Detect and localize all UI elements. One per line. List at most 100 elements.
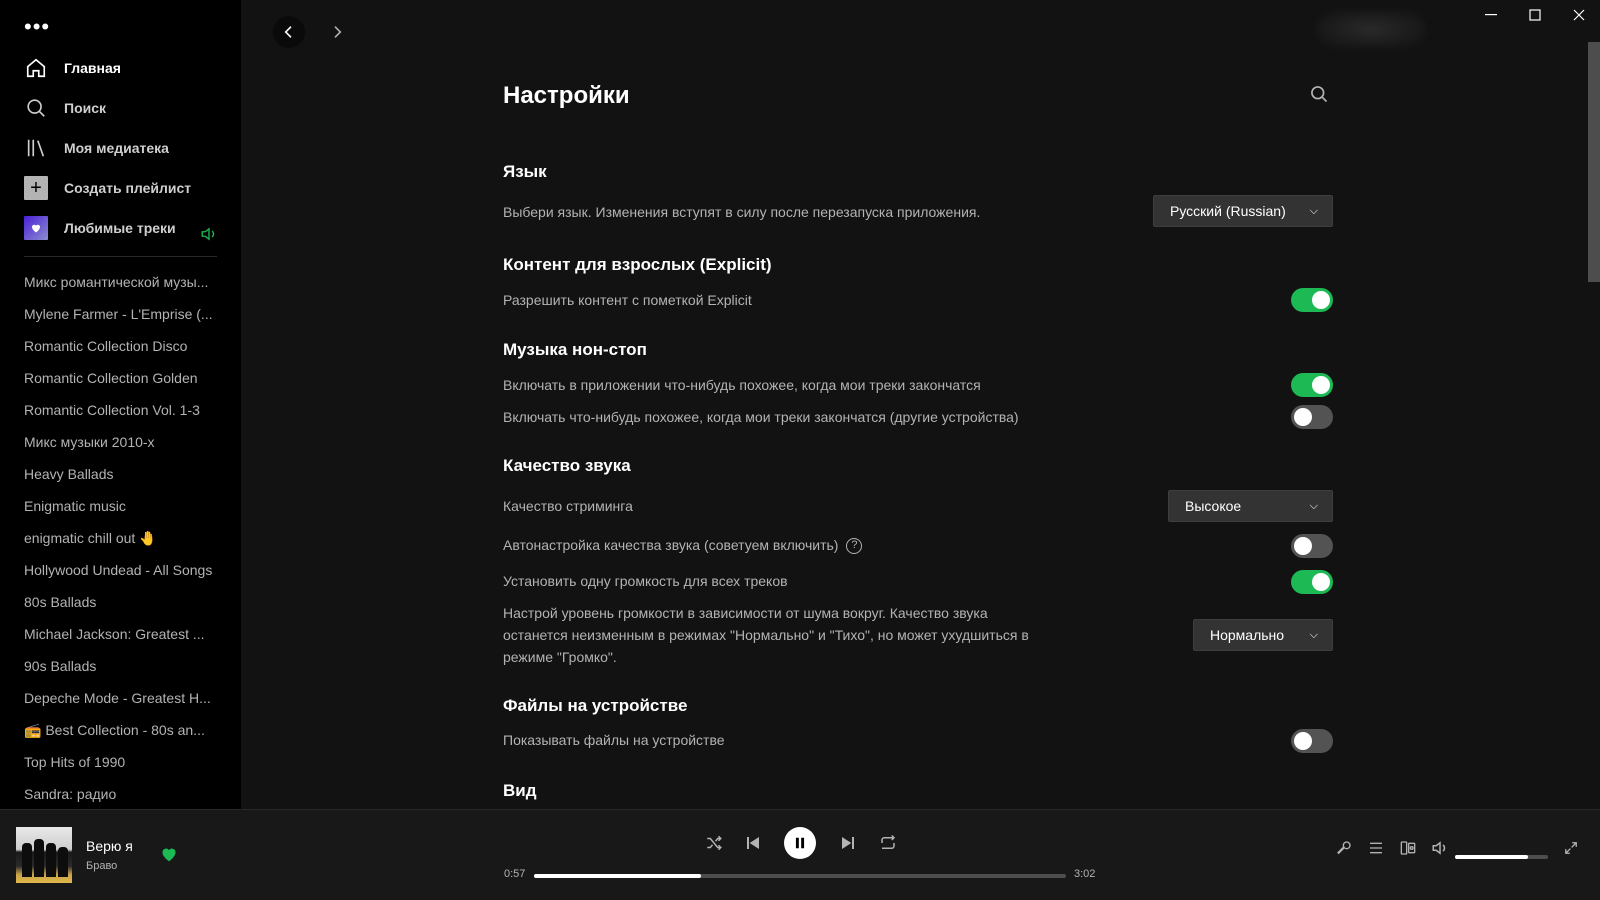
- sidebar-item-home[interactable]: Главная: [24, 54, 121, 82]
- volume-level-select[interactable]: Нормально ⌵: [1193, 619, 1333, 651]
- minimize-button[interactable]: [1469, 0, 1513, 30]
- local-files-toggle[interactable]: [1291, 729, 1333, 753]
- streaming-quality-label: Качество стриминга: [503, 498, 633, 514]
- microphone-icon: [1337, 841, 1351, 855]
- fullscreen-button[interactable]: [1560, 837, 1582, 859]
- close-window-button[interactable]: [1557, 0, 1600, 30]
- explicit-toggle[interactable]: [1291, 288, 1333, 312]
- mute-button[interactable]: [1429, 837, 1451, 859]
- normalize-label: Установить одну громкость для всех треко…: [503, 573, 788, 589]
- cover-figure: [34, 839, 44, 877]
- streaming-quality-select[interactable]: Высокое ⌵: [1168, 490, 1333, 522]
- toggle-knob: [1294, 732, 1312, 750]
- autoplay-devices-toggle[interactable]: [1291, 405, 1333, 429]
- auto-quality-toggle[interactable]: [1291, 534, 1333, 558]
- playlist-item[interactable]: Depeche Mode - Greatest H...: [24, 684, 224, 716]
- playlist-item[interactable]: Sandra: радио: [24, 780, 224, 812]
- chevron-down-icon: ⌵: [1309, 204, 1318, 217]
- toggle-knob: [1312, 291, 1330, 309]
- cover-figure: [46, 843, 56, 877]
- maximize-button[interactable]: [1513, 0, 1557, 30]
- section-title-view: Вид: [503, 781, 537, 800]
- playlist-item[interactable]: Микс романтической музы...: [24, 268, 224, 300]
- scrollbar[interactable]: [1588, 42, 1600, 282]
- volume-icon: [1432, 841, 1446, 855]
- playlist-item[interactable]: Heavy Ballads: [24, 460, 224, 492]
- library-icon: [24, 136, 48, 160]
- previous-button[interactable]: [742, 832, 764, 854]
- queue-button[interactable]: [1365, 837, 1387, 859]
- volume-fill: [1455, 855, 1528, 859]
- liked-tracks-label: Любимые треки: [64, 220, 176, 236]
- streaming-quality-value: Высокое: [1185, 498, 1242, 514]
- skip-back-icon: [747, 837, 759, 849]
- liked-tracks-button[interactable]: Любимые треки: [24, 214, 176, 242]
- playlist-item[interactable]: enigmatic chill out 🤚: [24, 524, 224, 556]
- autoplay-app-toggle[interactable]: [1291, 373, 1333, 397]
- chevron-down-icon: ⌵: [1309, 499, 1318, 512]
- playlist-item[interactable]: Michael Jackson: Greatest ...: [24, 620, 224, 652]
- toggle-knob: [1294, 408, 1312, 426]
- playlist-item[interactable]: Mylene Farmer - L'Emprise (...: [24, 300, 224, 332]
- skip-forward-icon: [842, 837, 854, 849]
- forward-button[interactable]: [321, 16, 353, 48]
- language-select-value: Русский (Russian): [1170, 203, 1286, 219]
- toggle-knob: [1312, 376, 1330, 394]
- expand-icon: [1565, 842, 1577, 854]
- progress-fill: [534, 874, 701, 878]
- chevron-down-icon: ⌵: [1309, 628, 1318, 641]
- heart-icon: [24, 216, 48, 240]
- shuffle-button[interactable]: [703, 832, 725, 854]
- language-select[interactable]: Русский (Russian) ⌵: [1153, 195, 1333, 227]
- progress-bar[interactable]: [534, 874, 1066, 878]
- section-title-explicit: Контент для взрослых (Explicit): [503, 255, 772, 274]
- devices-icon: [1400, 841, 1416, 855]
- volume-slider[interactable]: [1455, 855, 1548, 859]
- volume-level-description: Настрой уровень громкости в зависимости …: [503, 605, 1029, 665]
- main-view: Настройки Язык Выбери язык. Изменения вс…: [241, 0, 1600, 809]
- normalize-toggle[interactable]: [1291, 570, 1333, 594]
- search-icon[interactable]: [1309, 84, 1329, 109]
- playlist-item[interactable]: 80s Ballads: [24, 588, 224, 620]
- track-artist[interactable]: Браво: [86, 860, 117, 872]
- page-title: Настройки: [503, 82, 630, 109]
- album-cover[interactable]: [16, 827, 72, 883]
- playlist-item[interactable]: Romantic Collection Vol. 1-3: [24, 396, 224, 428]
- sidebar: ••• Главная Поиск Моя медиатека + Создат…: [0, 0, 241, 809]
- heart-icon[interactable]: [160, 846, 178, 867]
- back-button[interactable]: [273, 16, 305, 48]
- sidebar-item-label: Главная: [64, 60, 121, 76]
- playlist-item[interactable]: 📻 Best Collection - 80s an...: [24, 716, 224, 748]
- playlist-item[interactable]: Top Hits of 1990: [24, 748, 224, 780]
- repeat-button[interactable]: [877, 832, 899, 854]
- devices-button[interactable]: [1397, 837, 1419, 859]
- pause-icon: [795, 837, 805, 849]
- sidebar-item-library[interactable]: Моя медиатека: [24, 134, 169, 162]
- playlist-item[interactable]: Romantic Collection Golden: [24, 364, 224, 396]
- playlist-item[interactable]: Микс музыки 2010-х: [24, 428, 224, 460]
- track-title[interactable]: Верю я: [86, 838, 133, 854]
- create-playlist-button[interactable]: + Создать плейлист: [24, 174, 191, 202]
- toggle-knob: [1312, 573, 1330, 591]
- autoplay-devices-label: Включать что-нибудь похожее, когда мои т…: [503, 409, 1019, 425]
- shuffle-icon: [707, 835, 722, 851]
- pause-button[interactable]: [784, 827, 816, 859]
- playlist-list: Микс романтической музы... Mylene Farmer …: [24, 268, 224, 812]
- sidebar-item-search[interactable]: Поиск: [24, 94, 106, 122]
- more-dots-icon[interactable]: •••: [24, 16, 50, 38]
- player-bar: Верю я Браво 0:57 3:02: [0, 809, 1600, 900]
- duration-time: 3:02: [1074, 868, 1096, 880]
- playlist-item[interactable]: 90s Ballads: [24, 652, 224, 684]
- now-playing-speaker-icon: [200, 226, 218, 247]
- section-title-quality: Качество звука: [503, 456, 631, 475]
- sidebar-item-label: Поиск: [64, 100, 107, 116]
- user-profile-button[interactable]: [1316, 10, 1426, 48]
- home-icon: [24, 56, 48, 80]
- lyrics-button[interactable]: [1333, 837, 1355, 859]
- playlist-item[interactable]: Enigmatic music: [24, 492, 224, 524]
- help-icon[interactable]: ?: [846, 538, 863, 555]
- playlist-item[interactable]: Romantic Collection Disco: [24, 332, 224, 364]
- next-button[interactable]: [837, 832, 859, 854]
- local-files-label: Показывать файлы на устройстве: [503, 732, 725, 748]
- playlist-item[interactable]: Hollywood Undead - All Songs: [24, 556, 224, 588]
